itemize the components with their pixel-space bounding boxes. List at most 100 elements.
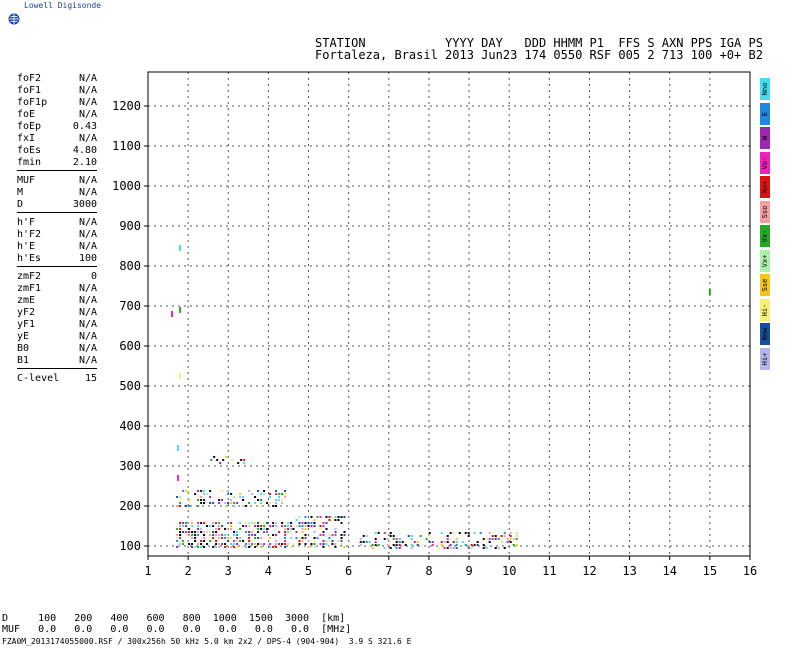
- echo-point: [197, 499, 200, 501]
- echo-point: [248, 546, 251, 548]
- echo-point: [230, 528, 233, 530]
- echo-point: [257, 522, 260, 524]
- echo-point: [395, 547, 398, 549]
- echo-point: [316, 537, 319, 539]
- echo-point: [212, 537, 215, 539]
- echo-point: [310, 516, 313, 518]
- echo-point: [275, 490, 278, 492]
- echo-point: [209, 534, 212, 536]
- echo-point: [337, 540, 340, 542]
- x-tick-label: 6: [345, 564, 352, 578]
- echo-point: [290, 522, 293, 524]
- echo-point: [191, 546, 194, 548]
- echo-point: [242, 499, 245, 501]
- echo-point: [328, 546, 331, 548]
- echo-point: [179, 307, 182, 313]
- echo-point: [440, 541, 443, 543]
- echo-point: [188, 490, 191, 492]
- echo-point: [284, 528, 287, 530]
- echo-point: [410, 538, 413, 540]
- echo-point: [251, 534, 254, 536]
- echo-point: [203, 493, 206, 495]
- echo-point: [322, 531, 325, 533]
- echo-point: [191, 543, 194, 545]
- echo-point: [210, 459, 213, 461]
- echo-point: [509, 538, 512, 540]
- echo-point: [295, 525, 298, 527]
- y-tick-label: 1100: [112, 139, 141, 153]
- echo-point: [221, 490, 224, 492]
- echo-point: [197, 531, 200, 533]
- echo-point: [287, 531, 290, 533]
- echo-point: [227, 490, 230, 492]
- echo-point: [328, 540, 331, 542]
- echo-point: [260, 505, 263, 507]
- legend-label: Vo-: [761, 156, 769, 169]
- echo-point: [515, 532, 518, 534]
- legend-item: Sso: [760, 200, 770, 223]
- echo-point: [266, 522, 269, 524]
- echo-point: [254, 525, 257, 527]
- plot-frame: [147, 71, 751, 557]
- echo-point: [506, 538, 509, 540]
- x-tick-label: 12: [582, 564, 596, 578]
- echo-point: [410, 535, 413, 537]
- echo-point: [251, 493, 254, 495]
- echo-point: [197, 543, 200, 545]
- echo-point: [257, 490, 260, 492]
- echo-point: [331, 519, 334, 521]
- echo-layer: [176, 456, 518, 549]
- echo-point: [203, 502, 206, 504]
- echo-point: [218, 537, 221, 539]
- echo-point: [281, 525, 284, 527]
- echo-point: [245, 522, 248, 524]
- echo-point: [298, 522, 301, 524]
- echo-point: [509, 535, 512, 537]
- echo-point: [242, 540, 245, 542]
- echo-point: [260, 528, 263, 530]
- echo-point: [275, 522, 278, 524]
- echo-point: [313, 525, 316, 527]
- echo-point: [452, 532, 455, 534]
- echo-point: [331, 534, 334, 536]
- echo-point: [182, 490, 185, 492]
- echo-point: [304, 528, 307, 530]
- echo-point: [455, 541, 458, 543]
- echo-point: [470, 544, 473, 546]
- echo-point: [245, 525, 248, 527]
- echo-point: [176, 540, 179, 542]
- echo-point: [185, 490, 188, 492]
- x-tick-label: 10: [502, 564, 516, 578]
- echo-point: [284, 543, 287, 545]
- legend-item: Xo+: [760, 176, 770, 198]
- echo-point: [263, 490, 266, 492]
- echo-point: [260, 543, 263, 545]
- echo-point: [269, 537, 272, 539]
- echo-point: [319, 534, 322, 536]
- echo-point: [233, 531, 236, 533]
- echo-point: [272, 534, 275, 536]
- echo-point: [304, 525, 307, 527]
- echo-point: [386, 538, 389, 540]
- echo-point: [230, 546, 233, 548]
- echo-point: [203, 531, 206, 533]
- echo-point: [431, 544, 434, 546]
- echo-point: [278, 493, 281, 495]
- echo-point: [221, 543, 224, 545]
- echo-point: [290, 531, 293, 533]
- echo-point: [242, 546, 245, 548]
- echo-point: [383, 547, 386, 549]
- echo-point: [473, 532, 476, 534]
- echo-point: [398, 544, 401, 546]
- y-tick-label: 1200: [112, 99, 141, 113]
- echo-point: [248, 490, 251, 492]
- echo-point: [284, 540, 287, 542]
- legend-item: Nno: [760, 78, 770, 100]
- echo-point: [200, 540, 203, 542]
- x-tick-label: 2: [185, 564, 192, 578]
- echo-point: [203, 499, 206, 501]
- echo-point: [230, 522, 233, 524]
- echo-point: [263, 528, 266, 530]
- echo-point: [278, 496, 281, 498]
- echo-point: [488, 538, 491, 540]
